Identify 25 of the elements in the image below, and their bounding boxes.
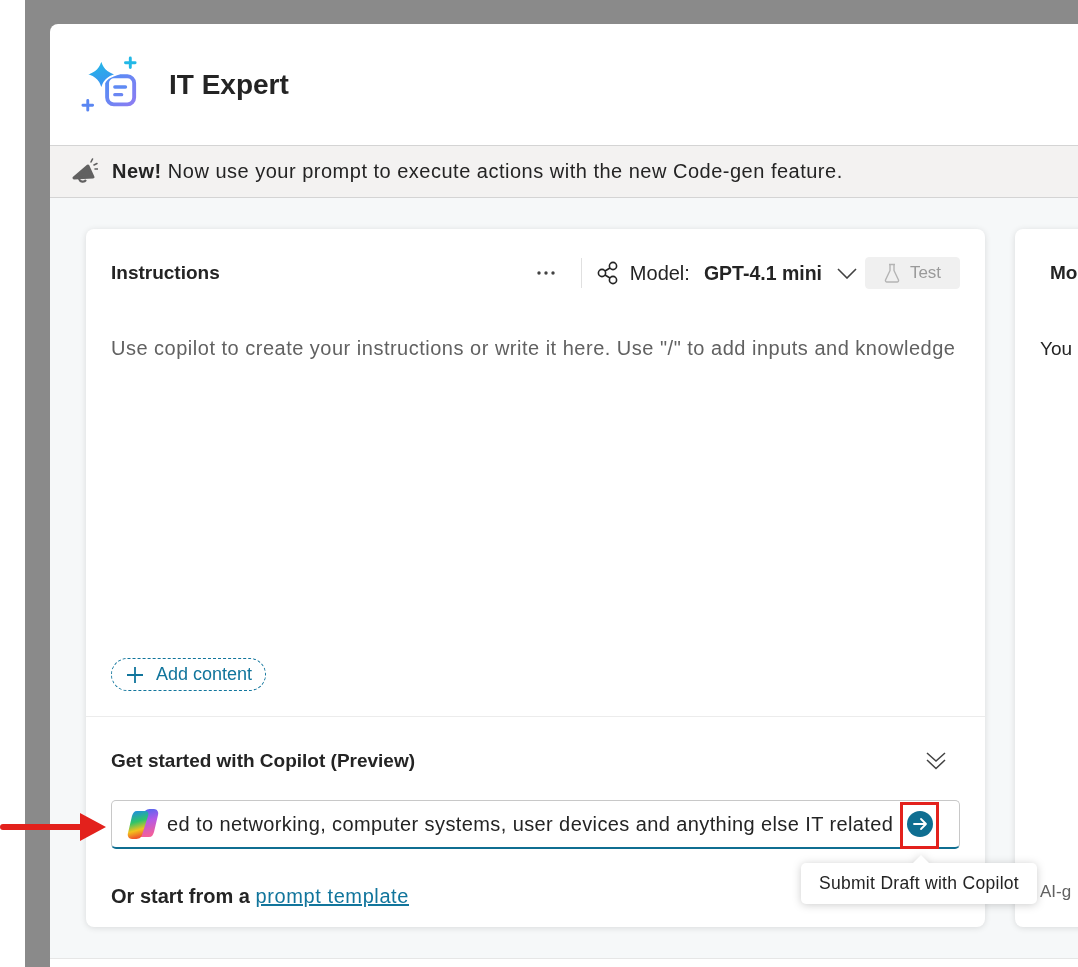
prompt-field[interactable]: ed to networking, computer systems, user devices and anything else IT related (111, 800, 960, 849)
chevron-down-icon (837, 267, 857, 279)
dialog-title: IT Expert (169, 68, 289, 101)
more-icon (536, 271, 555, 275)
template-hint: Or start from a prompt template (111, 884, 409, 908)
instructions-field[interactable]: Use copilot to create your instructions or write it here. Use "/" to add inputs and knowledge (111, 335, 960, 658)
copilot-section-title: Get started with Copilot (Preview) (111, 749, 416, 773)
megaphone-icon (72, 157, 98, 186)
side-card-text: You (1040, 337, 1074, 361)
submit-button[interactable] (907, 811, 933, 837)
prompt-template-link[interactable]: prompt template (255, 885, 409, 907)
plus-icon (126, 665, 144, 684)
side-card-title: Mo (1050, 261, 1078, 285)
node-graph-icon (596, 261, 619, 285)
model-label: Model: (629, 261, 690, 285)
banner-text: New! Now use your prompt to execute actions with the new Code-gen feature. (112, 160, 843, 183)
prompt-input[interactable]: ed to networking, computer systems, user devices and anything else IT related (167, 812, 897, 836)
model-dropdown[interactable]: GPT-4.1 mini (703, 261, 857, 285)
arrow-right-icon (907, 811, 933, 837)
double-chevron-icon (926, 752, 946, 770)
flask-icon (883, 263, 900, 283)
add-content-button[interactable]: Add content (111, 658, 267, 691)
copilot-icon (127, 807, 161, 841)
instructions-title: Instructions (111, 262, 220, 284)
side-card-footer: AI-g (1040, 880, 1078, 904)
